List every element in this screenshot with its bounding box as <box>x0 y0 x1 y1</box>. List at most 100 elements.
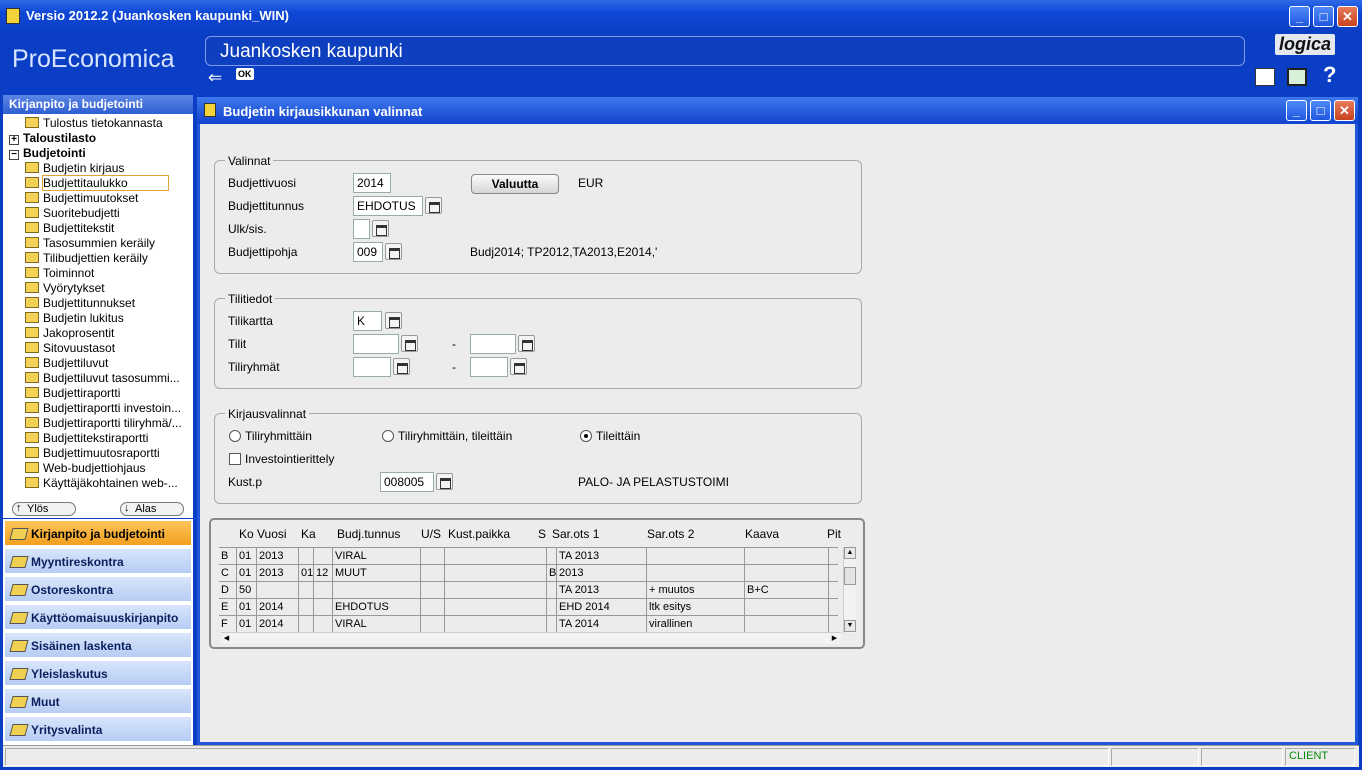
table-cell[interactable] <box>421 582 445 599</box>
table-cell[interactable] <box>547 548 557 565</box>
tree-item-0[interactable]: Tulostus tietokannasta <box>25 116 163 131</box>
tree-item-3[interactable]: Budjetin kirjaus <box>25 161 124 176</box>
table-cell[interactable]: 01 <box>237 616 257 633</box>
tree-item-16[interactable]: Budjettiluvut <box>25 356 108 371</box>
table-cell[interactable] <box>299 582 314 599</box>
table-cell[interactable]: TA 2013 <box>557 548 647 565</box>
budjettipohja-lookup-icon[interactable] <box>385 243 402 260</box>
row-key-cell[interactable]: E <box>219 599 237 616</box>
table-cell[interactable] <box>421 565 445 582</box>
kustp-input[interactable]: 008005 <box>380 472 434 492</box>
budjettivuosi-input[interactable]: 2014 <box>353 173 391 193</box>
dialog-minimize-button[interactable]: _ <box>1286 100 1307 121</box>
table-cell[interactable]: 01 <box>299 565 314 582</box>
table-row[interactable]: C0120130112MUUTBu-muutos2013 <box>219 564 838 582</box>
tree-item-22[interactable]: Budjettimuutosraportti <box>25 446 160 461</box>
ok-icon[interactable]: OK <box>236 68 254 80</box>
collapse-icon[interactable]: − <box>9 150 19 160</box>
table-cell[interactable]: 2014 <box>257 599 299 616</box>
back-arrow-icon[interactable]: ⇐ <box>208 68 222 88</box>
tree-item-11[interactable]: Vyörytykset <box>25 281 105 296</box>
table-cell[interactable] <box>445 616 547 633</box>
ulksis-lookup-icon[interactable] <box>372 220 389 237</box>
table-cell[interactable]: 2013 <box>257 565 299 582</box>
tree-item-5[interactable]: Budjettimuutokset <box>25 191 138 206</box>
table-cell[interactable] <box>547 582 557 599</box>
tree-item-19[interactable]: Budjettiraportti investoin... <box>25 401 181 416</box>
table-cell[interactable] <box>745 548 829 565</box>
table-cell[interactable]: virallinen <box>647 616 745 633</box>
table-cell[interactable]: 50 <box>237 582 257 599</box>
minimize-button[interactable]: _ <box>1289 6 1310 27</box>
grid-horizontal-scrollbar[interactable]: ◀ ▶ <box>221 632 841 644</box>
module-5[interactable]: Yleislaskutus <box>5 661 191 687</box>
module-7[interactable]: Yritysvalinta <box>5 717 191 743</box>
mail-icon[interactable] <box>1255 68 1275 86</box>
budjettitunnus-input[interactable]: EHDOTUS <box>353 196 423 216</box>
radio-tiliryhmittain[interactable] <box>229 430 241 442</box>
dialog-close-button[interactable]: ✕ <box>1334 100 1355 121</box>
table-cell[interactable] <box>547 599 557 616</box>
tree-item-7[interactable]: Budjettitekstit <box>25 221 114 236</box>
table-cell[interactable]: TA 2013 <box>557 582 647 599</box>
table-cell[interactable] <box>445 565 547 582</box>
scroll-down-icon[interactable]: ▼ <box>844 620 856 632</box>
table-cell[interactable]: MUUT <box>333 565 421 582</box>
table-cell[interactable] <box>421 616 445 633</box>
table-cell[interactable]: + muutos <box>647 582 745 599</box>
tilit-to-input[interactable] <box>470 334 516 354</box>
module-0[interactable]: Kirjanpito ja budjetointi <box>5 521 191 547</box>
tree-item-20[interactable]: Budjettiraportti tiliryhmä/... <box>25 416 182 431</box>
table-cell[interactable] <box>333 582 421 599</box>
table-cell[interactable] <box>299 599 314 616</box>
table-cell[interactable] <box>421 548 445 565</box>
tree-item-12[interactable]: Budjettitunnukset <box>25 296 135 311</box>
tree-group-1[interactable]: + Taloustilasto <box>9 131 96 146</box>
row-key-cell[interactable]: B <box>219 548 237 565</box>
table-cell[interactable]: VIRAL <box>333 616 421 633</box>
module-6[interactable]: Muut <box>5 689 191 715</box>
module-3[interactable]: Käyttöomaisuuskirjanpito <box>5 605 191 631</box>
ulksis-input[interactable] <box>353 219 370 239</box>
scroll-right-icon[interactable]: ▶ <box>829 633 840 644</box>
table-cell[interactable] <box>314 599 333 616</box>
tiliryhmat-to-lookup-icon[interactable] <box>510 358 527 375</box>
tree-item-23[interactable]: Web-budjettiohjaus <box>25 461 146 476</box>
tree-item-24[interactable]: Käyttäjäkohtainen web-... <box>25 476 178 491</box>
table-cell[interactable] <box>445 582 547 599</box>
table-cell[interactable]: ltk esitys <box>647 599 745 616</box>
table-cell[interactable] <box>647 548 745 565</box>
row-key-cell[interactable]: C <box>219 565 237 582</box>
tilikartta-lookup-icon[interactable] <box>385 312 402 329</box>
table-cell[interactable] <box>745 565 829 582</box>
tree-item-17[interactable]: Budjettiluvut tasosummi... <box>25 371 180 386</box>
table-cell[interactable] <box>299 548 314 565</box>
table-cell[interactable]: B+C <box>745 582 829 599</box>
row-key-cell[interactable]: D <box>219 582 237 599</box>
table-cell[interactable] <box>745 616 829 633</box>
monitor-icon[interactable] <box>1287 68 1307 86</box>
table-cell[interactable]: 12 <box>314 565 333 582</box>
tree-item-15[interactable]: Sitovuustasot <box>25 341 115 356</box>
kustp-lookup-icon[interactable] <box>436 473 453 490</box>
table-cell[interactable] <box>257 582 299 599</box>
table-cell[interactable]: 2014 <box>257 616 299 633</box>
table-cell[interactable] <box>745 599 829 616</box>
module-4[interactable]: Sisäinen laskenta <box>5 633 191 659</box>
scroll-left-icon[interactable]: ◀ <box>221 633 232 644</box>
budjettitunnus-lookup-icon[interactable] <box>425 197 442 214</box>
tilit-from-input[interactable] <box>353 334 399 354</box>
row-key-cell[interactable]: F <box>219 616 237 633</box>
table-cell[interactable] <box>314 548 333 565</box>
tree-item-18[interactable]: Budjettiraportti <box>25 386 120 401</box>
tree-item-9[interactable]: Tilibudjettien keräily <box>25 251 148 266</box>
expand-icon[interactable]: + <box>9 135 19 145</box>
scroll-up-icon[interactable]: ▲ <box>844 547 856 559</box>
investointierittely-checkbox[interactable] <box>229 453 241 465</box>
grid-vertical-scrollbar[interactable]: ▲ ▼ <box>843 547 856 633</box>
table-cell[interactable] <box>647 565 745 582</box>
tree-item-10[interactable]: Toiminnot <box>25 266 94 281</box>
table-cell[interactable]: EHDOTUS <box>333 599 421 616</box>
table-row[interactable]: B 01 2013 VIRAL TA 2013 <box>219 547 838 565</box>
tree-item-8[interactable]: Tasosummien keräily <box>25 236 155 251</box>
